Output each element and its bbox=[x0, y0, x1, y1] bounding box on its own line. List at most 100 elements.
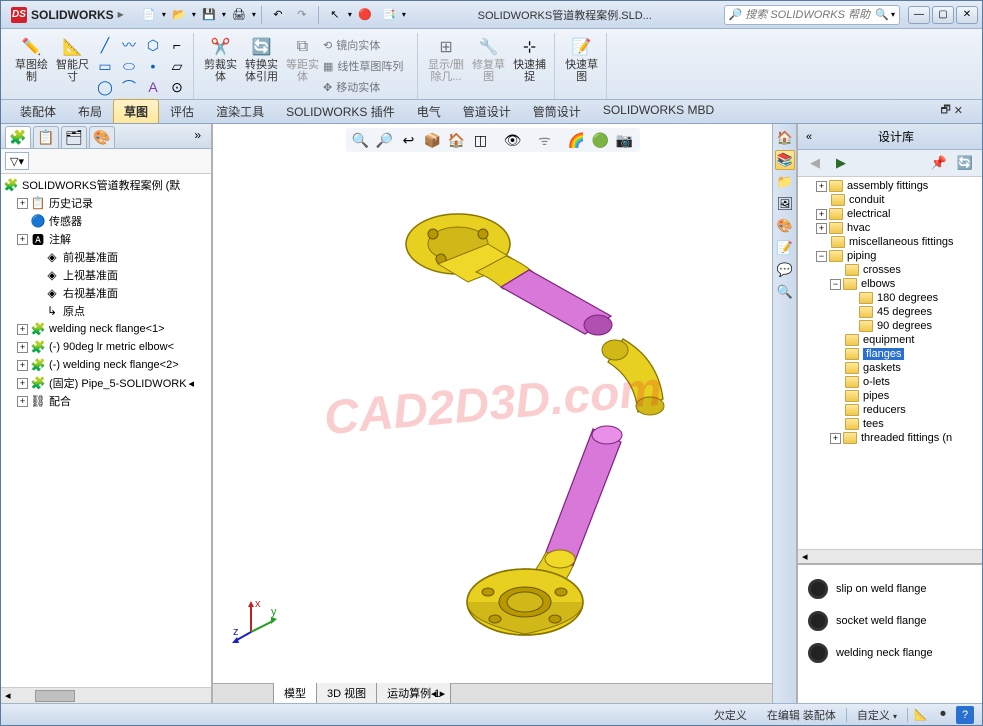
text-tool[interactable]: A bbox=[141, 77, 165, 97]
library-folder[interactable]: gaskets bbox=[798, 361, 982, 375]
fillet-tool[interactable]: ⌐ bbox=[165, 35, 189, 55]
library-part-item[interactable]: slip on weld flange bbox=[806, 573, 974, 605]
forum-tab-icon[interactable]: 💬 bbox=[775, 260, 795, 280]
motion-tab[interactable]: 模型 bbox=[273, 683, 317, 703]
section-view-icon[interactable]: 📦 bbox=[422, 130, 444, 150]
expand-icon[interactable]: + bbox=[17, 360, 28, 371]
library-part-item[interactable]: welding neck flange bbox=[806, 637, 974, 669]
expand-icon[interactable]: + bbox=[17, 324, 28, 335]
library-folder[interactable]: miscellaneous fittings bbox=[798, 235, 982, 249]
status-macro-icon[interactable]: ⏺ bbox=[934, 706, 952, 724]
command-tab[interactable]: 管道设计 bbox=[452, 99, 522, 123]
command-tab[interactable]: 装配体 bbox=[9, 99, 67, 123]
expand-icon[interactable]: + bbox=[816, 181, 827, 192]
tree-item[interactable]: +🧩(-) welding neck flange<2> bbox=[1, 356, 211, 374]
previous-view-icon[interactable]: ↩ bbox=[398, 130, 420, 150]
library-folder[interactable]: +electrical bbox=[798, 207, 982, 221]
edit-appearance-icon[interactable]: ᯤ bbox=[534, 130, 556, 150]
expand-icon[interactable]: + bbox=[830, 433, 841, 444]
hide-show-icon[interactable]: 👁 bbox=[502, 130, 524, 150]
quick-sketch-button[interactable]: 📝快速草 图 bbox=[561, 35, 602, 97]
rebuild-button[interactable]: 🔴 bbox=[354, 4, 376, 26]
view-orientation-icon[interactable]: 🏠 bbox=[446, 130, 468, 150]
design-library-tab-icon[interactable]: 📚 bbox=[775, 150, 795, 170]
render-icon[interactable]: 📷 bbox=[614, 130, 636, 150]
command-tab[interactable]: 管筒设计 bbox=[522, 99, 592, 123]
minimize-button[interactable]: — bbox=[908, 6, 930, 24]
tree-item[interactable]: +⛓配合 bbox=[1, 392, 211, 410]
library-preview-pane[interactable]: slip on weld flangesocket weld flangewel… bbox=[798, 563, 982, 703]
library-folder[interactable]: flanges bbox=[798, 347, 982, 361]
zoom-area-icon[interactable]: 🔎 bbox=[374, 130, 396, 150]
library-folder[interactable]: −piping bbox=[798, 249, 982, 263]
redo-button[interactable]: ↷ bbox=[291, 4, 313, 26]
expand-icon[interactable]: + bbox=[17, 378, 28, 389]
appearances-tab-icon[interactable]: 🎨 bbox=[775, 216, 795, 236]
tree-item[interactable]: +📋历史记录 bbox=[1, 194, 211, 212]
graphics-viewport[interactable]: 🔍 🔎 ↩ 📦 🏠 ◫ 👁 ᯤ 🌈 🟢 📷 bbox=[213, 124, 772, 703]
command-tab[interactable]: 渲染工具 bbox=[205, 99, 275, 123]
view-palette-tab-icon[interactable]: 🖼 bbox=[775, 194, 795, 214]
linear-pattern-button[interactable]: ▦线性草图阵列 bbox=[323, 56, 413, 76]
motion-tab[interactable]: 3D 视图 bbox=[316, 683, 377, 703]
polygon-tool[interactable]: ⬡ bbox=[141, 35, 165, 55]
library-folder[interactable]: o-lets bbox=[798, 375, 982, 389]
smart-dimension-button[interactable]: 📐智能尺 寸 bbox=[52, 35, 93, 97]
library-folder[interactable]: conduit bbox=[798, 193, 982, 207]
search-go-icon[interactable]: 🔍 bbox=[875, 8, 889, 21]
tree-h-scrollbar[interactable]: ◂ bbox=[1, 687, 211, 703]
apply-scene-icon[interactable]: 🌈 bbox=[566, 130, 588, 150]
tree-item[interactable]: +🧩welding neck flange<1> bbox=[1, 320, 211, 338]
slot-tool[interactable]: ⬭ bbox=[117, 56, 141, 76]
library-folder[interactable]: 90 degrees bbox=[798, 319, 982, 333]
select-button[interactable]: ↖ bbox=[324, 4, 346, 26]
collapse-panel-icon[interactable]: « bbox=[806, 131, 812, 143]
library-folder[interactable]: 45 degrees bbox=[798, 305, 982, 319]
spline-tool[interactable]: 〰 bbox=[117, 35, 141, 55]
mdi-restore-icon[interactable]: 🗗 bbox=[940, 101, 950, 120]
trim-button[interactable]: ✂️剪裁实 体 bbox=[200, 35, 241, 97]
mdi-close-icon[interactable]: ✕ bbox=[954, 104, 963, 117]
quick-snap-button[interactable]: ⊹快速捕 捉 bbox=[509, 35, 550, 97]
new-file-button[interactable]: 📄 bbox=[138, 4, 160, 26]
panel-expand-icon[interactable]: » bbox=[188, 126, 207, 148]
expand-icon[interactable]: + bbox=[17, 198, 28, 209]
line-tool[interactable]: ╱ bbox=[93, 35, 117, 55]
display-style-icon[interactable]: ◫ bbox=[470, 130, 492, 150]
tree-item[interactable]: ◈前视基准面 bbox=[1, 248, 211, 266]
expand-icon[interactable]: + bbox=[17, 396, 28, 407]
options-button[interactable]: 📑 bbox=[378, 4, 400, 26]
status-unit-icon[interactable]: 📐 bbox=[912, 706, 930, 724]
command-tab[interactable]: SOLIDWORKS 插件 bbox=[275, 99, 406, 123]
plane-tool[interactable]: ▱ bbox=[165, 56, 189, 76]
search-input[interactable] bbox=[745, 9, 875, 21]
property-manager-tab[interactable]: 📋 bbox=[33, 126, 59, 148]
library-tree[interactable]: +assembly fittingsconduit+electrical+hva… bbox=[798, 177, 982, 549]
library-folder[interactable]: crosses bbox=[798, 263, 982, 277]
expand-icon[interactable]: + bbox=[17, 342, 28, 353]
maximize-button[interactable]: ▢ bbox=[932, 6, 954, 24]
mirror-button[interactable]: ⟲镜向实体 bbox=[323, 35, 413, 55]
library-folder[interactable]: +threaded fittings (n bbox=[798, 431, 982, 445]
repair-sketch-button[interactable]: 🔧修复草 图 bbox=[468, 35, 509, 97]
close-button[interactable]: ✕ bbox=[956, 6, 978, 24]
expand-icon[interactable]: + bbox=[816, 209, 827, 220]
arc-tool[interactable]: ⌒ bbox=[117, 77, 141, 97]
expand-icon[interactable]: + bbox=[816, 223, 827, 234]
feature-tree[interactable]: 🧩 SOLIDWORKS管道教程案例 (默 +📋历史记录🔵传感器+🅰注解◈前视基… bbox=[1, 174, 211, 687]
logo-dropdown-icon[interactable]: ▶ bbox=[118, 10, 124, 19]
command-tab[interactable]: 评估 bbox=[159, 99, 205, 123]
move-button[interactable]: ✥移动实体 bbox=[323, 77, 413, 97]
custom-props-tab-icon[interactable]: 📝 bbox=[775, 238, 795, 258]
zoom-fit-icon[interactable]: 🔍 bbox=[350, 130, 372, 150]
tree-item[interactable]: 🔵传感器 bbox=[1, 212, 211, 230]
filter-button[interactable]: ▽▾ bbox=[5, 152, 29, 170]
command-tab[interactable]: SOLIDWORKS MBD bbox=[592, 99, 725, 123]
model-canvas[interactable]: CAD2D3D.com x y z bbox=[213, 124, 772, 683]
library-folder[interactable]: +hvac bbox=[798, 221, 982, 235]
configuration-tab[interactable]: 🗂 bbox=[61, 126, 87, 148]
print-button[interactable]: 🖨 bbox=[228, 4, 250, 26]
library-folder[interactable]: tees bbox=[798, 417, 982, 431]
expand-icon[interactable]: − bbox=[816, 251, 827, 262]
expand-icon[interactable]: + bbox=[17, 234, 28, 245]
